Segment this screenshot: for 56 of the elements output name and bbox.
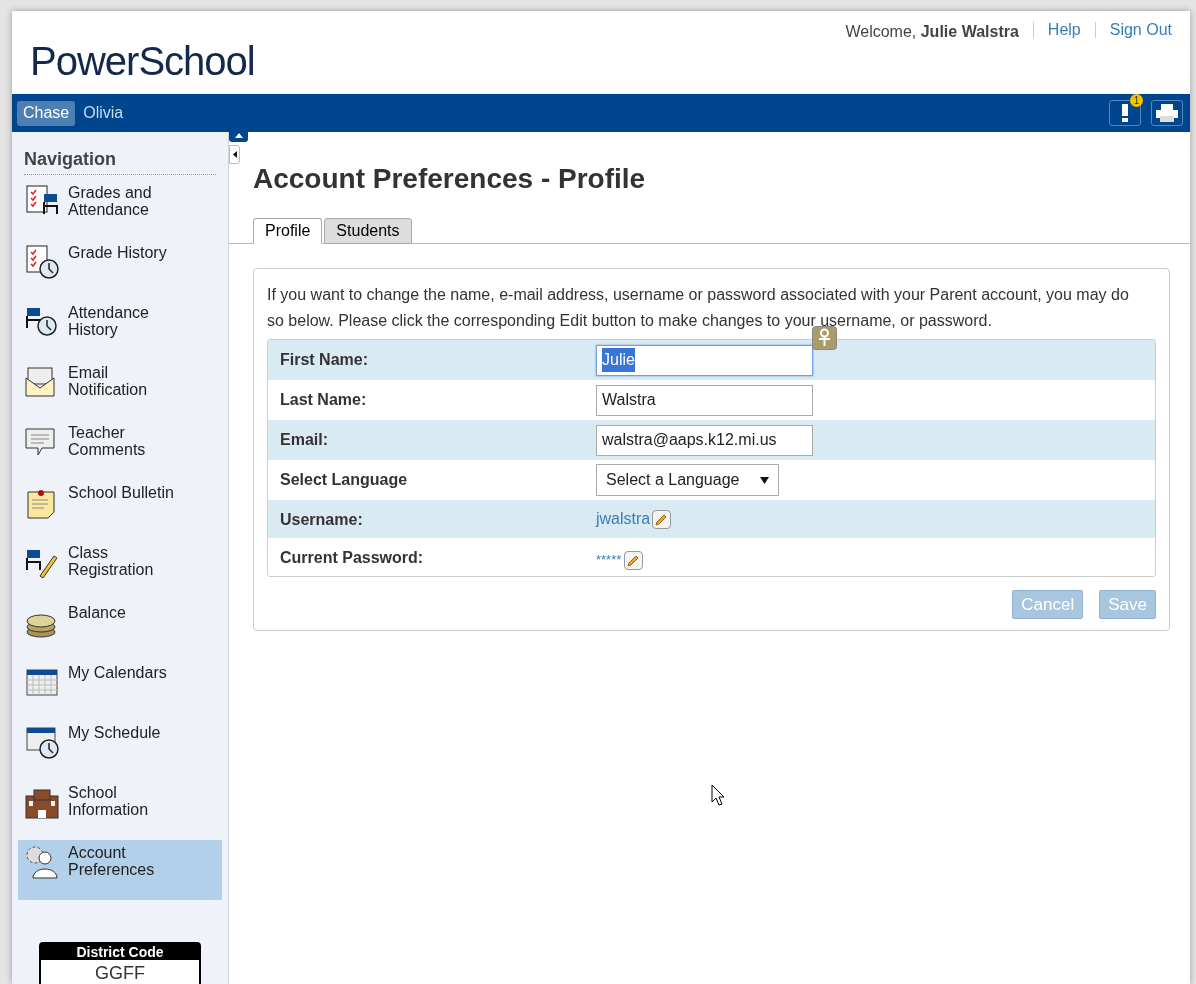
nav-item[interactable]: Teacher Comments — [18, 420, 222, 480]
left-arrow-icon — [232, 151, 237, 158]
district-code-title: District Code — [41, 944, 199, 960]
field-value: walstra@aaps.k12.mi.us — [602, 430, 777, 450]
dropdown-arrow-icon — [760, 476, 769, 484]
up-arrow-icon — [234, 132, 243, 138]
text-field[interactable]: Julie — [596, 344, 813, 376]
exclamation-icon — [1121, 104, 1129, 122]
checklist-clock-icon — [24, 244, 60, 280]
language-dropdown[interactable]: Select a Language — [596, 464, 779, 496]
page-tab[interactable]: Students — [324, 218, 412, 244]
field-label: Username: — [280, 510, 364, 530]
edit-button[interactable] — [624, 550, 644, 570]
student-tab[interactable]: Chase — [17, 100, 76, 126]
nav-item[interactable]: Account Preferences — [18, 840, 222, 900]
district-code-value: GGFF — [94, 962, 146, 984]
nav-item[interactable]: Grades and Attendance — [18, 180, 222, 240]
collapse-sidebar-button[interactable] — [229, 145, 240, 164]
pencil-icon — [655, 512, 669, 526]
welcome-text: Welcome, Julie Walstra — [845, 22, 1019, 42]
page-title: Account Preferences - Profile — [253, 162, 647, 196]
print-button[interactable] — [1151, 100, 1183, 126]
field-value: Julie — [602, 348, 635, 372]
username-link[interactable]: jwalstra — [596, 507, 651, 531]
field-label: Current Password: — [280, 548, 425, 568]
field-label: Select Language — [280, 470, 409, 490]
mouse-cursor-icon — [711, 784, 725, 806]
nav-item[interactable]: Grade History — [18, 240, 222, 300]
alert-count-badge: 1 — [1130, 94, 1143, 107]
nav-item[interactable]: School Bulletin — [18, 480, 222, 540]
nav-item[interactable]: Balance — [18, 600, 222, 660]
header-link[interactable]: Sign Out — [1094, 22, 1172, 38]
nav-item[interactable]: My Calendars — [18, 660, 222, 720]
masked-password: ***** — [596, 551, 622, 570]
gear-person-icon — [24, 844, 60, 880]
field-label: Email: — [280, 430, 329, 450]
text-field[interactable]: walstra@aaps.k12.mi.us — [596, 424, 813, 456]
nav-item[interactable]: Class Registration — [18, 540, 222, 600]
page-tab[interactable]: Profile — [253, 218, 323, 244]
student-tab[interactable]: Olivia — [77, 100, 130, 126]
field-label: Last Name: — [280, 390, 368, 410]
header-link[interactable]: Help — [1032, 22, 1081, 38]
printer-icon — [1156, 104, 1178, 122]
nav-item[interactable]: Attendance History — [18, 300, 222, 360]
intro-text: If you want to change the name, e-mail address, username or password associated with your Parent account, you may do so below. Please click the corresponding Edit button to make changes to your username, or password. — [267, 285, 1130, 331]
pencil-icon — [627, 553, 641, 567]
field-value: Walstra — [602, 390, 656, 410]
nav-item[interactable]: My Schedule — [18, 720, 222, 780]
nav-item[interactable]: School Information — [18, 780, 222, 840]
sidebar-title: Navigation — [24, 146, 216, 175]
nav-item[interactable]: Email Notification — [18, 360, 222, 420]
powerschool-logo[interactable]: PowerSchool — [30, 31, 255, 94]
edit-button[interactable] — [652, 509, 672, 529]
text-field[interactable]: Walstra — [596, 384, 813, 416]
field-label: First Name: — [280, 350, 370, 370]
calendar-clock-icon — [24, 724, 60, 760]
